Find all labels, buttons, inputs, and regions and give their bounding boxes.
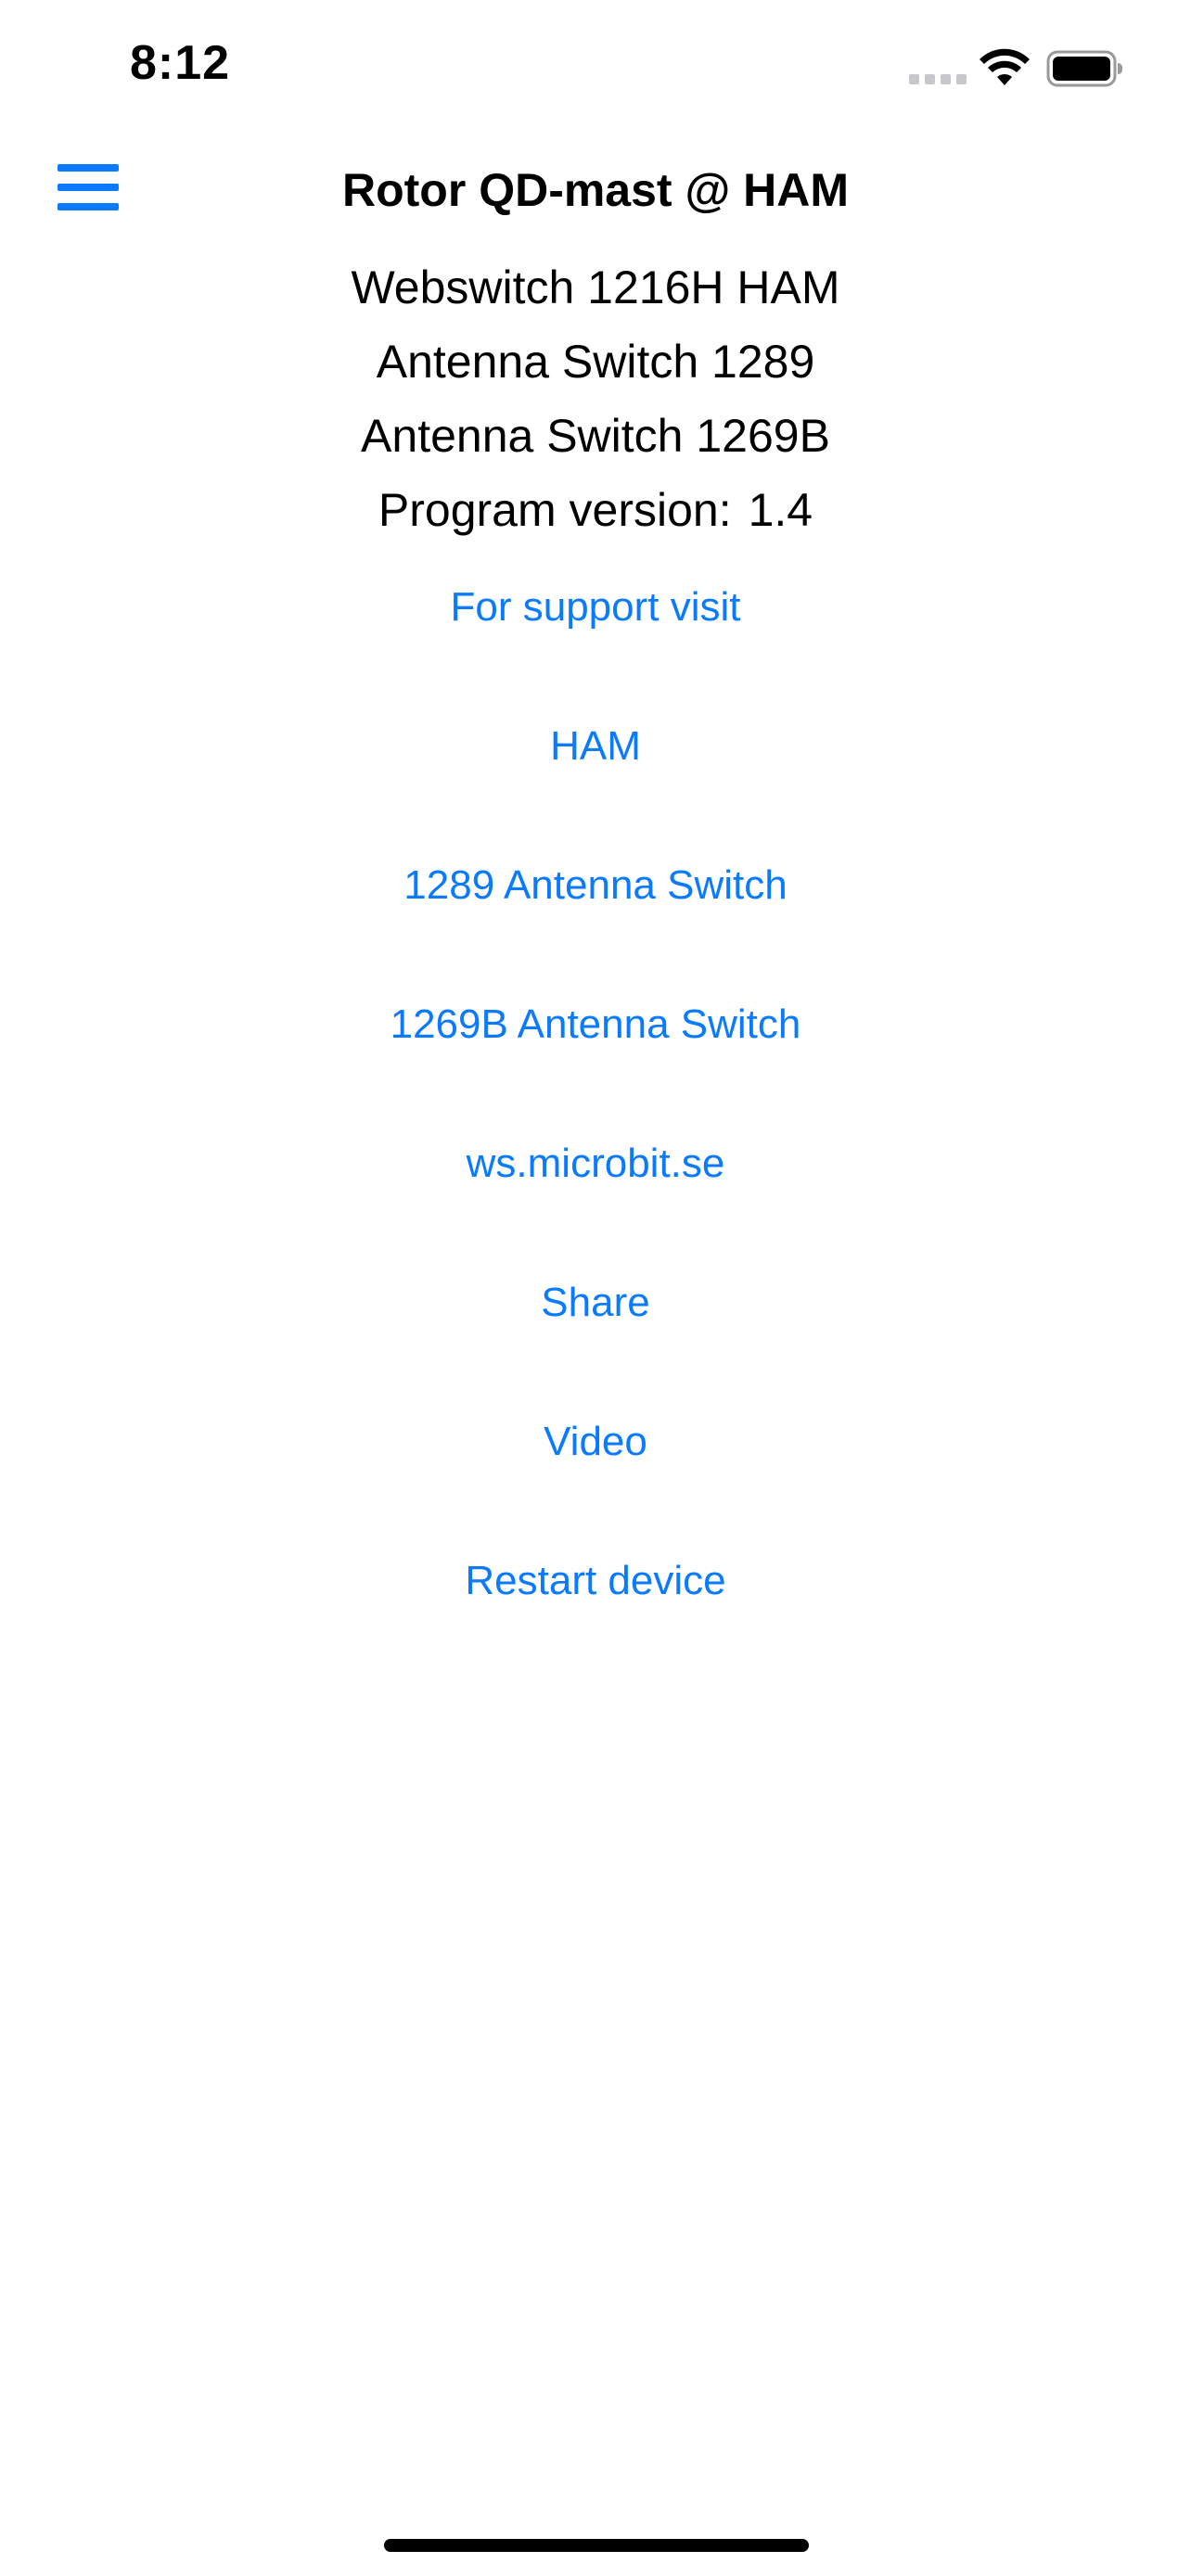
program-version-label: Program version: [378,484,732,536]
battery-icon [1046,50,1122,87]
restart-device-button[interactable]: Restart device [0,1530,1191,1669]
support-link[interactable]: For support visit [0,556,1191,695]
status-time: 8:12 [130,36,231,90]
navigation-bar: Rotor QD-mast @ HAM [0,139,1191,250]
antenna-switch-1269b-link[interactable]: 1269B Antenna Switch [0,974,1191,1113]
link-list: For support visit HAM 1289 Antenna Switc… [0,556,1191,1669]
ham-link[interactable]: HAM [0,695,1191,835]
video-link[interactable]: Video [0,1391,1191,1530]
cellular-signal-icon [909,74,967,84]
antenna-switch-1289-link[interactable]: 1289 Antenna Switch [0,835,1191,974]
page-title: Rotor QD-mast @ HAM [342,164,849,216]
antenna-switch-1289-label: Antenna Switch 1289 [376,336,815,388]
home-indicator[interactable] [384,2539,809,2552]
status-bar: 8:12 [0,0,1191,139]
program-version: Program version: 1.4 [0,473,1191,547]
antenna-switch-1269b-label: Antenna Switch 1269B [361,410,830,462]
device-info: Webswitch 1216H HAM Antenna Switch 1289 … [0,250,1191,547]
webswitch-label: Webswitch 1216H HAM [351,261,840,313]
website-link[interactable]: ws.microbit.se [0,1113,1191,1252]
share-button[interactable]: Share [0,1252,1191,1391]
wifi-icon [980,48,1030,85]
program-version-value: 1.4 [748,484,813,536]
